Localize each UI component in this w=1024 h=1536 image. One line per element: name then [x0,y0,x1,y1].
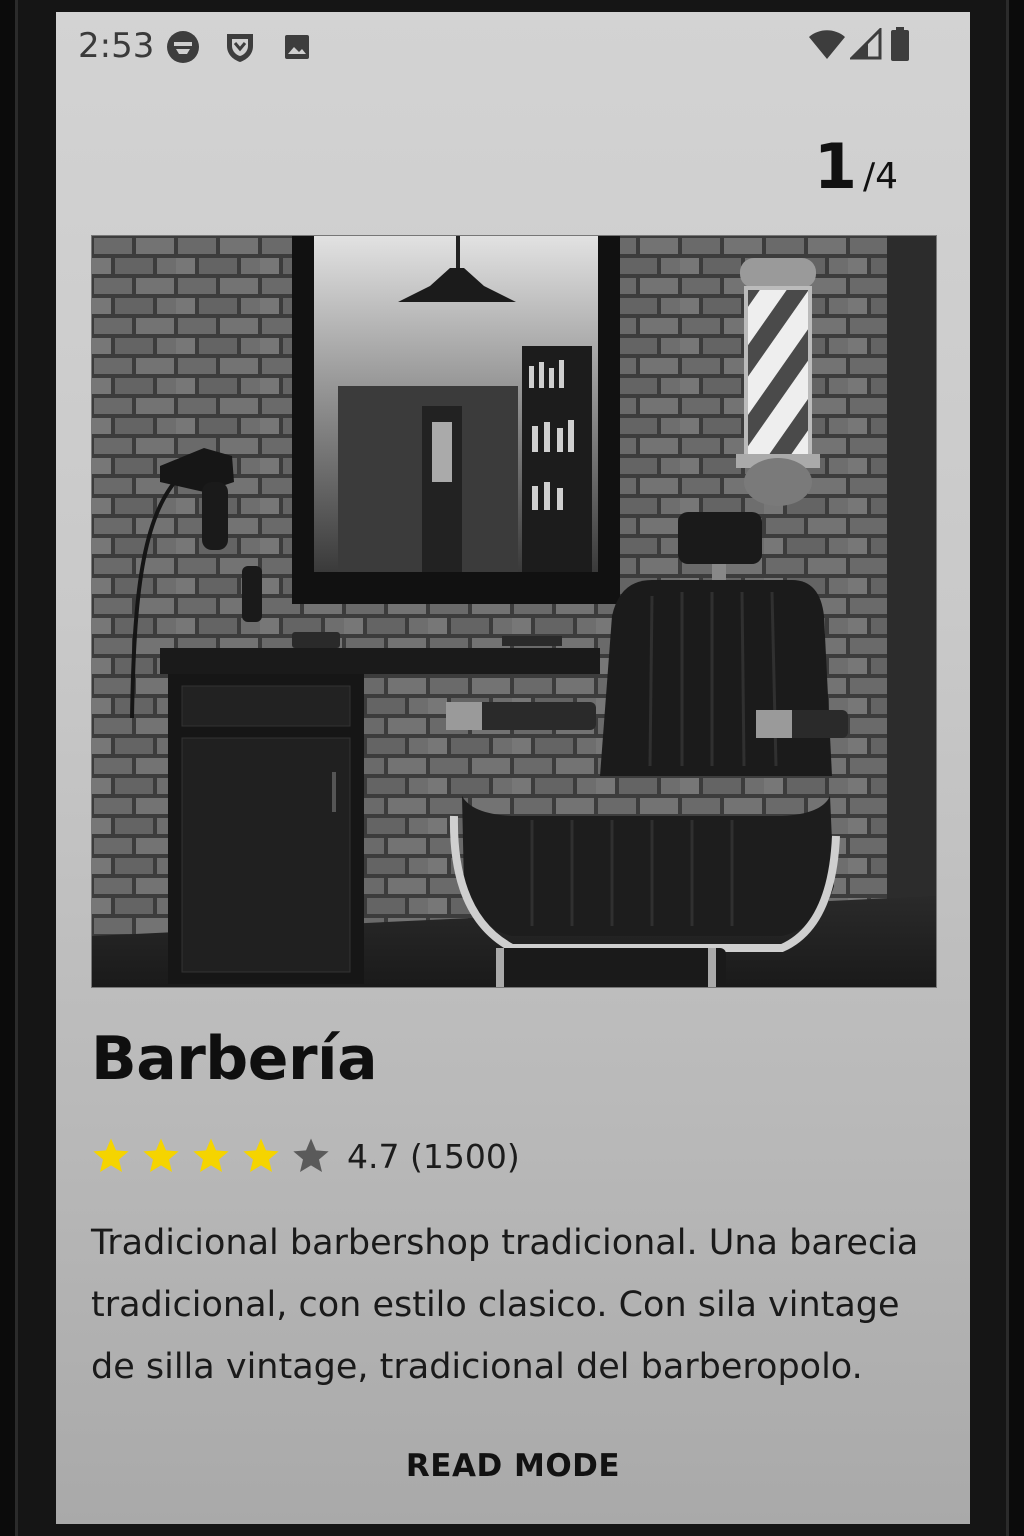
star-filled-icon [193,1138,229,1172]
image-icon [285,35,309,59]
screen: 2:53 1/4 Barbería 4.7 (1500) Tradicional… [56,12,970,1524]
star-filled-icon [93,1138,129,1172]
read-mode-button[interactable]: READ MODE [56,1448,970,1484]
rating-row: 4.7 (1500) [91,1134,520,1178]
place-description: Tradicional barbershop tradicional. Una … [91,1223,919,1387]
signal-icon [850,28,882,60]
page-total: /4 [862,156,898,197]
star-filled-icon [243,1138,279,1172]
shield-icon [227,34,253,62]
star-empty-icon [293,1138,329,1172]
wifi-icon [809,30,845,59]
battery-icon [891,27,909,61]
barbershop-photo[interactable] [91,235,937,988]
status-bar: 2:53 [56,12,970,76]
status-time: 2:53 [78,26,155,66]
notification-icon [167,31,199,63]
place-title: Barbería [91,1024,378,1094]
star-filled-icon [143,1138,179,1172]
rating-text: 4.7 (1500) [347,1136,520,1176]
page-counter: 1/4 [814,130,898,203]
page-current: 1 [813,130,857,203]
barbershop-illustration [92,236,936,987]
